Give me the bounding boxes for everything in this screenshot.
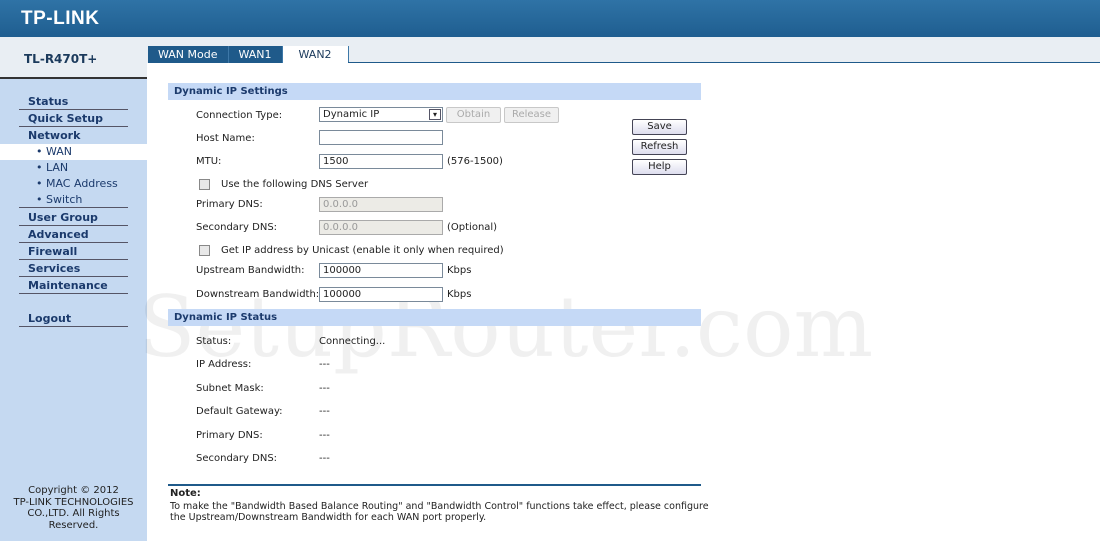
tab-bar: WAN Mode WAN1 WAN2 [148,46,349,63]
sidebar-item-wan[interactable]: • WAN [0,144,147,160]
copyright-line: Reserved. [48,519,99,531]
upstream-label: Upstream Bandwidth: [196,265,305,276]
subnet-mask-label: Subnet Mask: [196,383,264,394]
tab-underline [348,62,1100,63]
sidebar-item-status[interactable]: Status [19,93,128,110]
tab-wan2[interactable]: WAN2 [282,46,349,63]
mtu-range: (576-1500) [447,156,503,167]
dns-checkbox-label: Use the following DNS Server [221,179,369,190]
optional-hint: (Optional) [447,222,498,233]
downstream-unit: Kbps [447,289,472,300]
sidebar-item-mac-address[interactable]: • MAC Address [0,176,147,192]
secondary-dns-input[interactable]: 0.0.0.0 [319,220,443,235]
tab-wan-mode[interactable]: WAN Mode [148,46,229,63]
unicast-checkbox[interactable] [199,245,210,256]
subnet-mask-value: --- [319,383,330,394]
upstream-unit: Kbps [447,265,472,276]
note-divider [168,484,701,486]
save-button[interactable]: Save [632,119,687,135]
mtu-label: MTU: [196,156,222,167]
default-gateway-value: --- [319,406,330,417]
mtu-input[interactable]: 1500 [319,154,443,169]
primary-dns-label: Primary DNS: [196,199,263,210]
tp-link-logo: TP-LINK [21,8,100,29]
downstream-label: Downstream Bandwidth: [196,289,320,300]
copyright-line: CO.,LTD. All Rights [27,508,120,519]
connection-type-select[interactable]: Dynamic IP ▾ [319,107,443,122]
downstream-input[interactable]: 100000 [319,287,443,302]
sidebar: TL-R470T+ Status Quick Setup Network • W… [0,37,147,541]
status-primary-dns-value: --- [319,430,330,441]
sidebar-item-network[interactable]: Network [19,127,128,144]
sidebar-item-user-group[interactable]: User Group [19,209,128,226]
dns-checkbox[interactable] [199,179,210,190]
status-secondary-dns-label: Secondary DNS: [196,453,278,464]
primary-dns-input[interactable]: 0.0.0.0 [319,197,443,212]
copyright: Copyright © 2012 TP-LINK TECHNOLOGIES CO… [0,485,147,531]
sidebar-item-lan[interactable]: • LAN [0,160,147,176]
copyright-line: Copyright © 2012 [28,485,119,496]
chevron-down-icon: ▾ [429,109,441,120]
sidebar-item-advanced[interactable]: Advanced [19,226,128,243]
default-gateway-label: Default Gateway: [196,406,283,417]
upstream-input[interactable]: 100000 [319,263,443,278]
release-button[interactable]: Release [504,107,559,123]
status-label: Status: [196,336,232,347]
note-text: To make the "Bandwidth Based Balance Rou… [170,501,709,523]
host-name-label: Host Name: [196,133,255,144]
sidebar-item-firewall[interactable]: Firewall [19,243,128,260]
status-value: Connecting... [319,336,386,347]
connection-type-value: Dynamic IP [323,109,380,120]
host-name-input[interactable] [319,130,443,145]
section-title-status: Dynamic IP Status [168,309,701,326]
connection-type-label: Connection Type: [196,110,283,121]
model-name: TL-R470T+ [0,37,147,79]
help-button[interactable]: Help [632,159,687,175]
divider [19,192,128,208]
sidebar-item-services[interactable]: Services [19,260,128,277]
unicast-checkbox-label: Get IP address by Unicast (enable it onl… [221,245,504,256]
sidebar-item-logout[interactable]: Logout [19,310,128,327]
tab-wan1[interactable]: WAN1 [228,46,283,63]
sidebar-item-maintenance[interactable]: Maintenance [19,277,128,294]
refresh-button[interactable]: Refresh [632,139,687,155]
obtain-button[interactable]: Obtain [446,107,501,123]
secondary-dns-label: Secondary DNS: [196,222,278,233]
status-secondary-dns-value: --- [319,453,330,464]
header: TP-LINK [0,0,1100,37]
sidebar-item-quick-setup[interactable]: Quick Setup [19,110,128,127]
section-title-settings: Dynamic IP Settings [168,83,701,100]
note-title: Note: [170,488,201,499]
ip-address-value: --- [319,359,330,370]
copyright-line: TP-LINK TECHNOLOGIES [13,496,134,508]
ip-address-label: IP Address: [196,359,252,370]
status-primary-dns-label: Primary DNS: [196,430,263,441]
